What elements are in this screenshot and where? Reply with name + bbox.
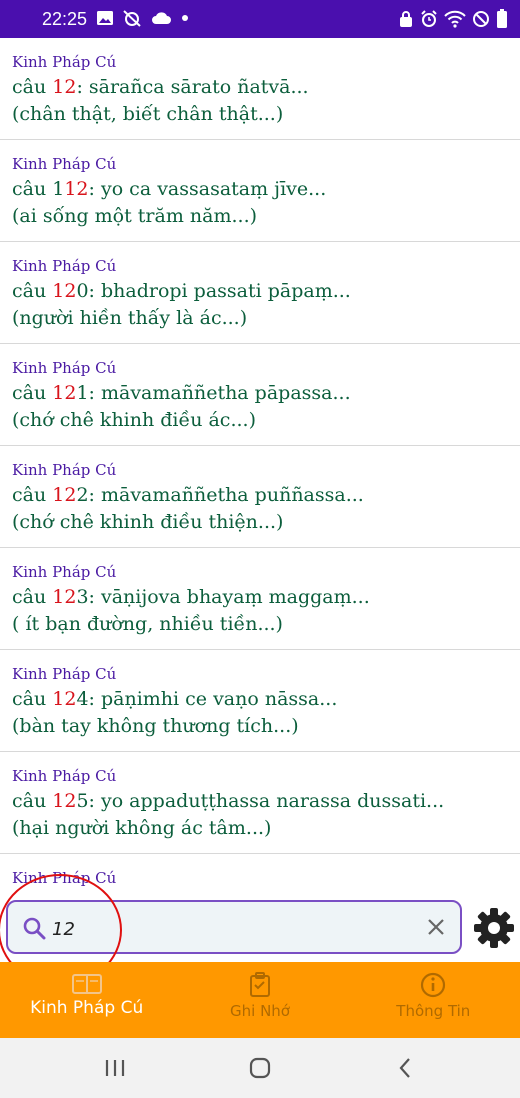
clipboard-icon: [249, 972, 270, 997]
search-box[interactable]: [6, 900, 462, 954]
wifi-icon: [444, 10, 466, 28]
book-title: Kinh Pháp Cú: [12, 665, 117, 683]
status-time: 22:25: [42, 9, 88, 29]
dot-icon: [182, 15, 188, 21]
verse-line: câu 125: yo appaduṭṭhassa narassa dussat…: [12, 790, 445, 812]
verse-gloss: (ai sống một trăm năm...): [12, 205, 258, 227]
match-highlight: 12: [52, 586, 77, 608]
lock-icon: [400, 11, 412, 27]
list-item[interactable]: Kinh Pháp Cú câu 124: pāṇimhi ce vaṇo nā…: [0, 650, 520, 752]
list-item[interactable]: Kinh Pháp Cú câu 120: bhadropi passati p…: [0, 242, 520, 344]
verse-line: câu 124: pāṇimhi ce vaṇo nāssa...: [12, 688, 338, 710]
search-input[interactable]: [50, 914, 414, 944]
list-item[interactable]: Kinh Pháp Cú câu 112: yo ca vassasataṃ j…: [0, 140, 520, 242]
tab-thong-tin[interactable]: Thông Tin: [347, 962, 520, 1038]
info-icon: [421, 972, 446, 998]
image-icon: [97, 11, 113, 25]
search-area: [0, 898, 520, 962]
match-highlight: 12: [64, 178, 89, 200]
book-title: Kinh Pháp Cú: [12, 767, 117, 785]
tab-label: Ghi Nhớ: [230, 1002, 290, 1020]
results-list[interactable]: Kinh Pháp Cú câu 12: sārañca sārato ñatv…: [0, 38, 520, 898]
close-icon[interactable]: [426, 917, 446, 937]
gear-icon[interactable]: [472, 906, 516, 950]
match-highlight: 12: [52, 76, 77, 98]
status-left-icons: [96, 9, 190, 27]
match-highlight: 12: [52, 280, 77, 302]
book-title: Kinh Pháp Cú: [12, 563, 117, 581]
search-icon: [23, 917, 46, 940]
verse-gloss: (người hiền thấy là ác...): [12, 307, 248, 329]
book-title: Kinh Pháp Cú: [12, 257, 117, 275]
verse-gloss: (bàn tay không thương tích...): [12, 715, 299, 737]
recent-apps-icon[interactable]: [104, 1056, 126, 1080]
list-item[interactable]: Kinh Pháp Cú câu 122: māvamaññetha puñña…: [0, 446, 520, 548]
verse-line: câu 122: māvamaññetha puññassa...: [12, 484, 364, 506]
book-title: Kinh Pháp Cú: [12, 869, 117, 887]
status-bar: 22:25: [0, 0, 520, 38]
match-highlight: 12: [52, 688, 77, 710]
cloud-icon: [152, 12, 171, 24]
match-highlight: 12: [52, 484, 77, 506]
back-icon[interactable]: [396, 1056, 414, 1080]
status-right-icons: [398, 9, 508, 29]
tab-label: Thông Tin: [396, 1002, 471, 1020]
book-icon: [71, 974, 102, 994]
bottom-nav: Kinh Pháp Cú Ghi Nhớ Thông Tin: [0, 962, 520, 1038]
alarm-icon: [421, 10, 437, 27]
book-title: Kinh Pháp Cú: [12, 461, 117, 479]
book-title: Kinh Pháp Cú: [12, 155, 117, 173]
list-item[interactable]: Kinh Pháp Cú: [0, 854, 520, 898]
verse-gloss: (chớ chê khinh điều ác...): [12, 409, 256, 431]
tab-ghi-nho[interactable]: Ghi Nhớ: [173, 962, 346, 1038]
verse-line: câu 123: vāṇijova bhayaṃ maggaṃ...: [12, 586, 370, 608]
system-nav-bar: [0, 1038, 520, 1098]
verse-gloss: (hại người không ác tâm...): [12, 817, 272, 839]
verse-line: câu 120: bhadropi passati pāpaṃ...: [12, 280, 351, 302]
list-item[interactable]: Kinh Pháp Cú câu 123: vāṇijova bhayaṃ ma…: [0, 548, 520, 650]
verse-gloss: ( ít bạn đường, nhiều tiền...): [12, 613, 283, 635]
dnd-icon: [473, 11, 489, 27]
tab-label: Kinh Pháp Cú: [30, 998, 144, 1018]
verse-line: câu 112: yo ca vassasataṃ jīve...: [12, 178, 327, 200]
list-item[interactable]: Kinh Pháp Cú câu 121: māvamaññetha pāpas…: [0, 344, 520, 446]
tab-kinh-phap-cu[interactable]: Kinh Pháp Cú: [0, 962, 173, 1038]
verse-line: câu 12: sārañca sārato ñatvā...: [12, 76, 309, 98]
home-icon[interactable]: [248, 1056, 272, 1080]
book-title: Kinh Pháp Cú: [12, 359, 117, 377]
verse-gloss: (chân thật, biết chân thật...): [12, 103, 284, 125]
match-highlight: 12: [52, 382, 77, 404]
book-title: Kinh Pháp Cú: [12, 53, 117, 71]
verse-line: câu 121: māvamaññetha pāpassa...: [12, 382, 351, 404]
battery-icon: [497, 9, 507, 28]
verse-gloss: (chớ chê khinh điều thiện...): [12, 511, 284, 533]
list-item[interactable]: Kinh Pháp Cú câu 125: yo appaduṭṭhassa n…: [0, 752, 520, 854]
list-item[interactable]: Kinh Pháp Cú câu 12: sārañca sārato ñatv…: [0, 38, 520, 140]
match-highlight: 12: [52, 790, 77, 812]
alarm-off-icon: [123, 10, 141, 27]
